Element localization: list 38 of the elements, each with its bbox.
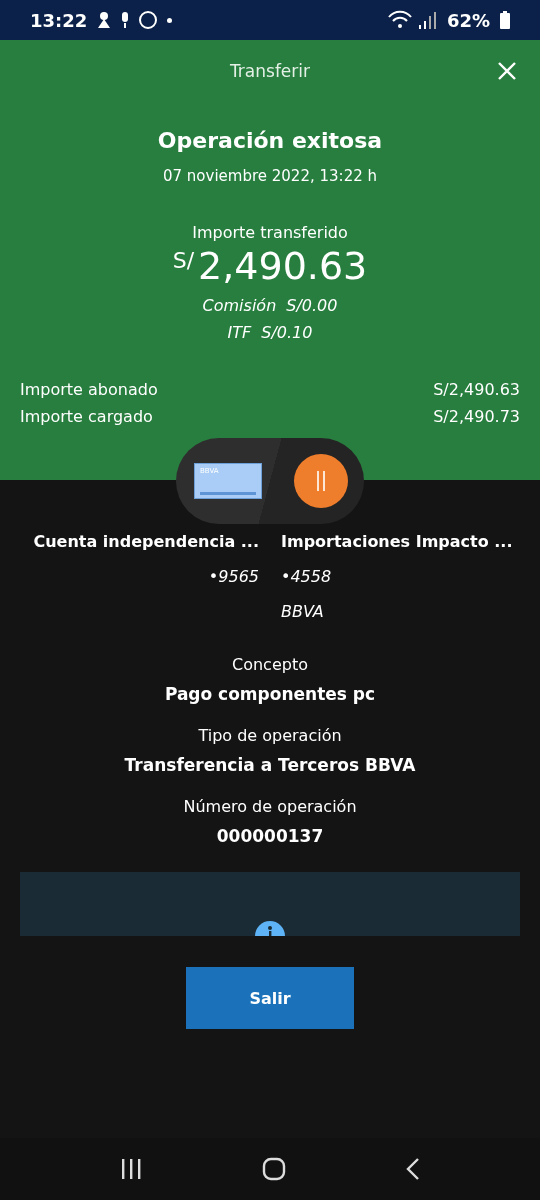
battery-level: 62% (446, 9, 490, 31)
detail-value: Transferencia a Terceros BBVA (124, 755, 416, 775)
detail-value: Pago componentes pc (164, 684, 376, 704)
header-title: Transferir (229, 61, 311, 81)
fee-value: S/0.00 (286, 296, 338, 315)
detail-label: Número de operación (183, 797, 357, 816)
fee-value: S/0.10 (261, 323, 313, 342)
dot-icon (167, 17, 173, 23)
wifi-signal-icon (386, 10, 437, 30)
transferred-amount: 2,490.63 (198, 244, 368, 288)
total-value: S/2,490.63 (433, 380, 520, 399)
destination-account: •4558 (281, 567, 332, 586)
origin-account: •9565 (208, 567, 259, 586)
exit-button[interactable]: Salir (186, 967, 354, 1029)
destination-name: Importaciones Impacto ... (281, 532, 513, 551)
total-label: Importe cargado (20, 407, 153, 426)
total-value: S/2,490.73 (433, 407, 520, 426)
fee-label: ITF (227, 323, 252, 342)
recent-apps-icon[interactable] (120, 1159, 142, 1179)
origin-name: Cuenta independencia ... (33, 532, 259, 551)
total-label: Importe abonado (20, 380, 158, 399)
person-icon (97, 12, 112, 28)
detail-label: Concepto (232, 655, 308, 674)
close-icon[interactable] (498, 62, 516, 80)
back-icon[interactable] (406, 1158, 420, 1180)
microphone-icon (121, 12, 130, 28)
amount-label: Importe transferido (192, 223, 348, 242)
detail-value: 000000137 (216, 826, 324, 846)
fee-label: Comisión (202, 296, 277, 315)
currency-symbol: S/ (172, 248, 195, 273)
destination-bank: BBVA (281, 602, 324, 621)
success-title: Operación exitosa (157, 128, 383, 153)
home-icon[interactable] (262, 1157, 286, 1181)
battery-icon (500, 11, 510, 29)
chat-icon (139, 11, 158, 29)
status-time: 13:22 (30, 9, 88, 31)
detail-label: Tipo de operación (198, 726, 342, 745)
operation-date: 07 noviembre 2022, 13:22 h (163, 167, 377, 185)
